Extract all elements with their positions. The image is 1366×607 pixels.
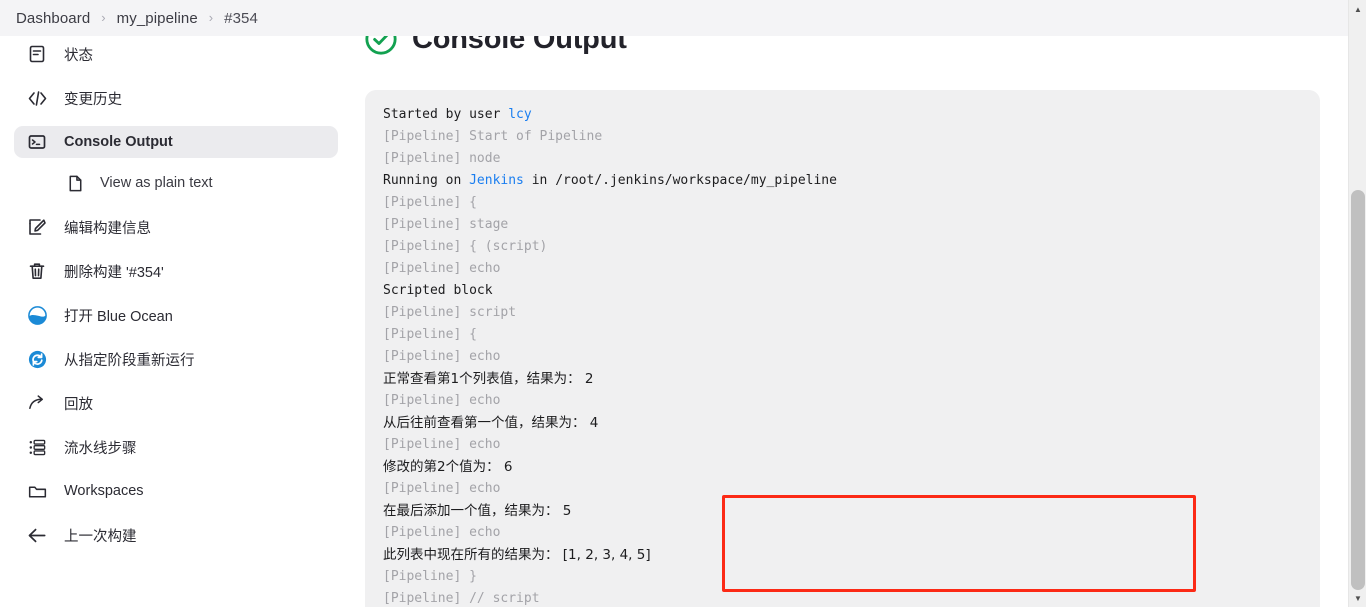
console-log-text: [Pipeline] // script: [383, 591, 540, 606]
folder-icon: [26, 480, 48, 502]
console-log-text: [Pipeline] echo: [383, 437, 501, 452]
console-log-line: [Pipeline] {: [383, 324, 1320, 346]
document-icon: [64, 172, 86, 194]
sidebar-item-label: 状态: [64, 47, 93, 64]
console-log-text: Running on: [383, 173, 470, 188]
console-log-text: [Pipeline] {: [383, 327, 477, 342]
page-scrollbar[interactable]: ▲ ▼: [1348, 0, 1366, 607]
sidebar-item-label: View as plain text: [100, 175, 213, 191]
console-output-log[interactable]: Started by user lcy [Pipeline] Start of P…: [365, 90, 1320, 607]
status-icon: [26, 43, 48, 65]
console-log-line: [Pipeline] // script: [383, 588, 1320, 607]
console-log-line: Scripted block: [383, 280, 1320, 302]
sidebar-item-workspaces[interactable]: Workspaces: [14, 475, 338, 507]
console-log-line: [Pipeline] Start of Pipeline: [383, 126, 1320, 148]
console-log-text: 修改的第2个值为： 6: [383, 459, 513, 475]
scrollbar-up-arrow-icon[interactable]: ▲: [1349, 0, 1366, 18]
console-log-text: [Pipeline] Start of Pipeline: [383, 129, 603, 144]
console-log-text: [Pipeline] echo: [383, 481, 501, 496]
sidebar-item-354[interactable]: 删除构建 '#354': [14, 255, 338, 287]
console-log-line: 从后往前查看第一个值，结果为： 4: [383, 412, 1320, 434]
sidebar-item-blue-ocean[interactable]: 打开 Blue Ocean: [14, 299, 338, 331]
console-log-line: [Pipeline] { (script): [383, 236, 1320, 258]
replay-icon: [26, 392, 48, 414]
code-icon: [26, 87, 48, 109]
console-log-link[interactable]: Jenkins: [469, 173, 524, 188]
breadcrumb-separator-icon: ›: [101, 9, 106, 25]
sidebar-item-[interactable]: 上一次构建: [14, 519, 338, 551]
sidebar-item-label: 编辑构建信息: [64, 220, 151, 237]
sidebar-item-[interactable]: 编辑构建信息: [14, 211, 338, 243]
console-log-text: 在最后添加一个值，结果为： 5: [383, 503, 572, 519]
console-log-line: Started by user lcy: [383, 104, 1320, 126]
console-log-line: [Pipeline] echo: [383, 390, 1320, 412]
console-log-text: [Pipeline] { (script): [383, 239, 548, 254]
console-log-link[interactable]: lcy: [508, 107, 531, 122]
sidebar-item-view-as-plain-text[interactable]: View as plain text: [52, 167, 338, 199]
sidebar-item-[interactable]: 状态: [14, 38, 338, 70]
sidebar-item-label: 回放: [64, 396, 93, 413]
console-log-text: [Pipeline] echo: [383, 261, 501, 276]
console-log-line: [Pipeline] script: [383, 302, 1320, 324]
console-log-line: 此列表中现在所有的结果为： [1, 2, 3, 4, 5]: [383, 544, 1320, 566]
console-log-line: [Pipeline] echo: [383, 522, 1320, 544]
console-log-line: 在最后添加一个值，结果为： 5: [383, 500, 1320, 522]
console-log-text: Started by user: [383, 107, 509, 122]
breadcrumb-separator-icon: ›: [208, 9, 214, 25]
terminal-icon: [26, 131, 48, 153]
console-log-text: 此列表中现在所有的结果为： [1, 2, 3, 4, 5]: [383, 547, 651, 563]
sidebar-item-[interactable]: 变更历史: [14, 82, 338, 114]
console-log-line: [Pipeline] }: [383, 566, 1320, 588]
sidebar-item-label: Workspaces: [64, 483, 144, 499]
console-log-text: [Pipeline] }: [383, 569, 477, 584]
breadcrumb-item-build[interactable]: #354: [224, 10, 258, 27]
scrollbar-thumb[interactable]: [1351, 190, 1365, 590]
scrollbar-down-arrow-icon[interactable]: ▼: [1349, 589, 1366, 607]
console-log-text: [Pipeline] echo: [383, 393, 501, 408]
breadcrumb-item-dashboard[interactable]: Dashboard: [16, 10, 90, 27]
arrow-left-icon: [26, 524, 48, 546]
console-log-line: [Pipeline] echo: [383, 258, 1320, 280]
sidebar-item-[interactable]: 回放: [14, 387, 338, 419]
sidebar-item-label: 上一次构建: [64, 528, 137, 545]
breadcrumb: Dashboard › my_pipeline › #354: [0, 0, 1348, 36]
sidebar-item-label: 从指定阶段重新运行: [64, 352, 195, 369]
sidebar-item-[interactable]: 从指定阶段重新运行: [14, 343, 338, 375]
blue-ocean-icon: [26, 304, 48, 326]
console-log-text: Scripted block: [383, 283, 493, 298]
console-log-text: 从后往前查看第一个值，结果为： 4: [383, 415, 599, 431]
trash-icon: [26, 260, 48, 282]
console-log-line: [Pipeline] echo: [383, 346, 1320, 368]
console-log-line: [Pipeline] stage: [383, 214, 1320, 236]
sidebar-item-label: Console Output: [64, 134, 173, 150]
console-log-text: [Pipeline] node: [383, 151, 501, 166]
console-log-text: [Pipeline] {: [383, 195, 477, 210]
console-log-line: Running on Jenkins in /root/.jenkins/wor…: [383, 170, 1320, 192]
sidebar-item-label: 删除构建 '#354': [64, 264, 164, 281]
console-log-text: 正常查看第1个列表值，结果为： 2: [383, 371, 594, 387]
sidebar: 状态变更历史 Console Output View as plain text 编辑…: [0, 36, 352, 607]
sidebar-item-label: 变更历史: [64, 91, 122, 108]
pipeline-steps-icon: [26, 436, 48, 458]
edit-icon: [26, 216, 48, 238]
sidebar-item-[interactable]: 流水线步骤: [14, 431, 338, 463]
console-log-text: [Pipeline] echo: [383, 525, 501, 540]
breadcrumb-item-pipeline[interactable]: my_pipeline: [117, 10, 198, 27]
sidebar-item-label: 流水线步骤: [64, 440, 137, 457]
console-log-text: [Pipeline] echo: [383, 349, 501, 364]
app-window: Dashboard › my_pipeline › #354 状态变更历史 Con…: [0, 0, 1366, 607]
sidebar-item-console-output[interactable]: Console Output: [14, 126, 338, 158]
console-log-line: 修改的第2个值为： 6: [383, 456, 1320, 478]
console-log-line: [Pipeline] echo: [383, 434, 1320, 456]
restart-icon: [26, 348, 48, 370]
console-log-line: [Pipeline] echo: [383, 478, 1320, 500]
console-log-line: [Pipeline] node: [383, 148, 1320, 170]
console-log-text: in /root/.jenkins/workspace/my_pipeline: [523, 173, 837, 188]
sidebar-item-label: 打开 Blue Ocean: [64, 308, 173, 325]
console-log-text: [Pipeline] script: [383, 305, 517, 320]
main-content: Console Output Started by user lcy [Pipel…: [352, 0, 1348, 607]
console-log-line: 正常查看第1个列表值，结果为： 2: [383, 368, 1320, 390]
console-log-text: [Pipeline] stage: [383, 217, 509, 232]
console-log-line: [Pipeline] {: [383, 192, 1320, 214]
